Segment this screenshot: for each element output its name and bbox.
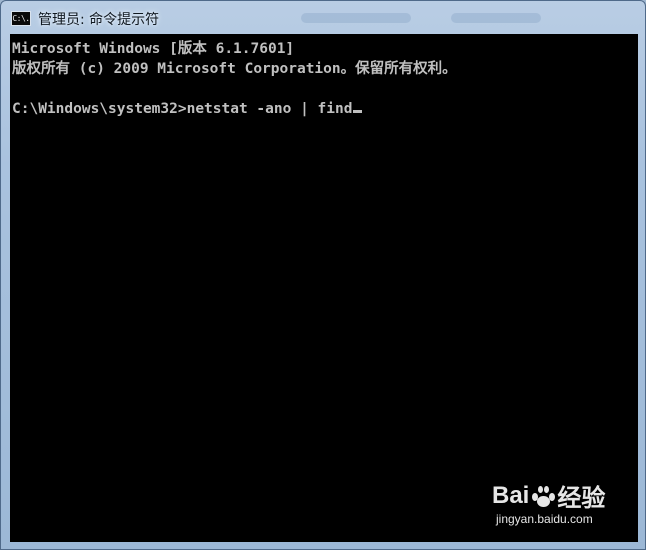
console-line: Microsoft Windows [版本 6.1.7601] <box>12 41 295 57</box>
baidu-logo: Bai 经验 <box>492 478 605 513</box>
watermark-url: jingyan.baidu.com <box>496 512 593 526</box>
console-prompt-line[interactable]: C:\Windows\system32>netstat -ano | find <box>12 99 638 119</box>
baidu-paw-icon <box>530 484 556 508</box>
baidu-logo-text-right: 经验 <box>557 485 606 512</box>
title-bar-blur <box>301 13 411 23</box>
console-window: C:\. 管理员: 命令提示符 Microsoft Windows [版本 6.… <box>0 0 646 550</box>
console-line: 版权所有 (c) 2009 Microsoft Corporation。保留所有… <box>12 61 457 77</box>
cmd-icon[interactable]: C:\. <box>11 11 31 26</box>
window-title: 管理员: 命令提示符 <box>38 12 160 28</box>
cmd-icon-label: C:\. <box>12 13 30 23</box>
console-command: C:\Windows\system32>netstat -ano | find <box>12 101 353 117</box>
text-cursor <box>353 110 363 113</box>
baidu-logo-text-left: Bai <box>492 481 530 509</box>
console-output[interactable]: Microsoft Windows [版本 6.1.7601] 版权所有 (c)… <box>10 34 638 542</box>
title-bar-blur <box>451 13 541 23</box>
baidu-jingyan-watermark: Bai 经验 jingyan.baidu.com <box>492 478 622 534</box>
title-bar[interactable]: C:\. 管理员: 命令提示符 <box>1 1 645 35</box>
